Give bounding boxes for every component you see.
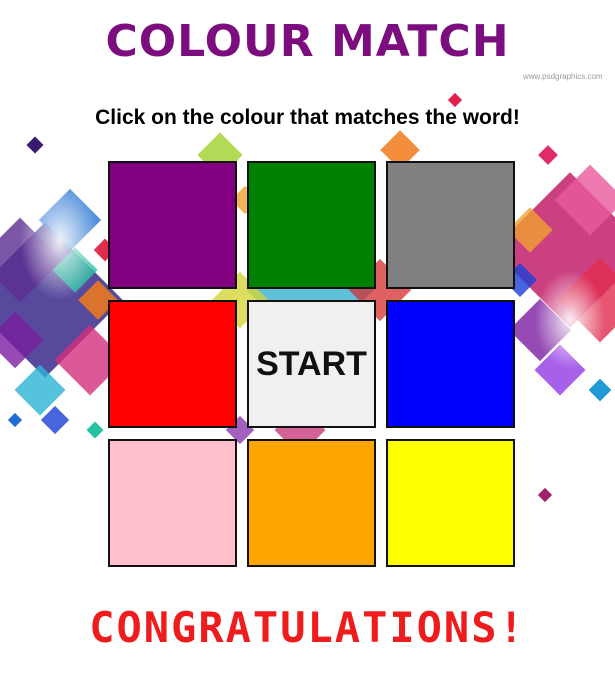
game-title: COLOUR MATCH [105,16,510,67]
start-button[interactable]: START [247,300,376,428]
colour-tile-orange[interactable] [247,439,376,567]
colour-tile-purple[interactable] [108,161,237,289]
colour-tile-yellow[interactable] [386,439,515,567]
instructions-text: Click on the colour that matches the wor… [95,106,520,129]
colour-tile-red[interactable] [108,300,237,428]
colour-tile-pink[interactable] [108,439,237,567]
congratulations-message: CONGRATULATIONS! [89,603,526,652]
watermark-text: www.psdgraphics.com [523,72,603,81]
colour-tile-gray[interactable] [386,161,515,289]
colour-tile-green[interactable] [247,161,376,289]
game-page: COLOUR MATCH www.psdgraphics.com Click o… [0,0,615,687]
colour-grid: START [108,161,515,567]
start-button-label: START [256,344,367,383]
colour-tile-blue[interactable] [386,300,515,428]
